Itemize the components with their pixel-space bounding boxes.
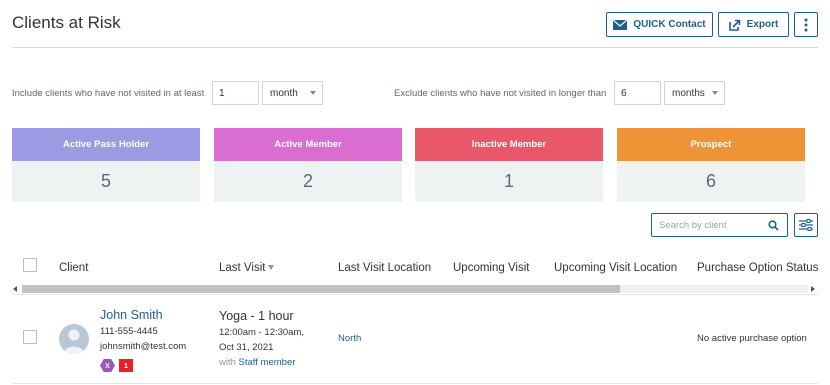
with-label: with — [219, 357, 236, 368]
column-header-last-visit[interactable]: Last Visit — [219, 262, 275, 274]
card-active-pass-holder[interactable]: Active Pass Holder 5 — [12, 128, 200, 202]
scrollbar-thumb[interactable] — [22, 285, 620, 293]
card-label: Prospect — [690, 139, 732, 150]
client-email: johnsmith@test.com — [100, 341, 187, 352]
row-divider — [12, 294, 818, 295]
client-name-link[interactable]: John Smith — [100, 308, 163, 322]
quick-contact-label: QUICK Contact — [633, 19, 706, 30]
vertical-dots-icon — [804, 18, 808, 31]
card-label: Active Pass Holder — [62, 139, 150, 150]
alert-badge: 1 — [119, 359, 133, 372]
column-header-purchase-option-status[interactable]: Purchase Option Status — [697, 262, 818, 274]
card-active-member[interactable]: Active Member 2 — [214, 128, 402, 202]
exclude-value-input[interactable]: 6 — [614, 81, 661, 105]
scroll-right-icon[interactable] — [811, 286, 815, 292]
card-label: Active Member — [274, 139, 342, 150]
row-divider — [12, 383, 818, 384]
exclude-unit-value: months — [672, 87, 705, 99]
last-visit-location-link[interactable]: North — [338, 333, 361, 344]
quick-contact-button[interactable]: QUICK Contact — [606, 12, 713, 37]
last-visit-staff: with Staff member — [219, 357, 295, 368]
exclude-unit-select[interactable]: months — [664, 81, 725, 105]
column-header-upcoming-visit-location[interactable]: Upcoming Visit Location — [554, 262, 677, 274]
last-visit-title: Yoga - 1 hour — [219, 309, 294, 323]
search-input[interactable]: Search by client — [651, 213, 788, 237]
card-count: 2 — [302, 171, 313, 191]
include-unit-select[interactable]: month — [262, 81, 323, 105]
card-count: 5 — [100, 171, 111, 191]
client-phone: 111-555-4445 — [100, 326, 158, 337]
row-checkbox[interactable] — [23, 330, 37, 344]
last-visit-date: Oct 31, 2021 — [219, 342, 274, 353]
hex-badge-letter: X — [105, 363, 110, 370]
filters-bar: Include clients who have not visited in … — [12, 81, 818, 105]
column-header-last-visit-location[interactable]: Last Visit Location — [338, 262, 431, 274]
exclude-label: Exclude clients who have not visited in … — [394, 88, 607, 99]
card-header: Active Pass Holder — [12, 128, 200, 161]
export-icon — [728, 19, 740, 31]
select-all-checkbox[interactable] — [23, 258, 37, 272]
include-label: Include clients who have not visited in … — [12, 88, 205, 99]
purchase-option-status: No active purchase option — [697, 333, 807, 344]
envelope-icon — [613, 19, 628, 30]
column-header-upcoming-visit[interactable]: Upcoming Visit — [453, 262, 530, 274]
avatar — [59, 324, 89, 354]
sort-down-icon — [268, 265, 275, 271]
hexagon-badge-icon: X — [100, 359, 115, 372]
staff-link[interactable]: Staff member — [239, 357, 296, 368]
filter-settings-button[interactable] — [794, 213, 818, 237]
search-icon[interactable] — [768, 220, 779, 231]
card-header: Inactive Member — [415, 128, 603, 161]
chevron-down-icon — [712, 91, 718, 95]
page-header: Clients at Risk QUICK Contact Export — [12, 0, 818, 48]
card-count: 6 — [705, 171, 716, 191]
card-count: 1 — [503, 171, 514, 191]
card-header: Prospect — [617, 128, 805, 161]
chevron-down-icon — [310, 91, 316, 95]
page-title: Clients at Risk — [12, 13, 121, 32]
scroll-left-icon[interactable] — [13, 286, 17, 292]
include-value-input[interactable]: 1 — [212, 81, 259, 105]
export-button[interactable]: Export — [718, 12, 789, 37]
column-header-client[interactable]: Client — [59, 262, 88, 274]
horizontal-scrollbar[interactable] — [12, 283, 818, 294]
search-placeholder: Search by client — [659, 219, 727, 231]
last-visit-time: 12:00am - 12:30am, — [219, 327, 305, 338]
export-label: Export — [746, 19, 779, 30]
more-options-button[interactable] — [794, 12, 818, 37]
column-header-label: Last Visit — [219, 262, 266, 274]
person-icon — [64, 329, 84, 354]
card-prospect[interactable]: Prospect 6 — [617, 128, 805, 202]
card-inactive-member[interactable]: Inactive Member 1 — [415, 128, 603, 202]
sliders-icon — [799, 219, 813, 231]
card-label: Inactive Member — [471, 139, 547, 150]
include-unit-value: month — [270, 87, 298, 99]
card-header: Active Member — [214, 128, 402, 161]
